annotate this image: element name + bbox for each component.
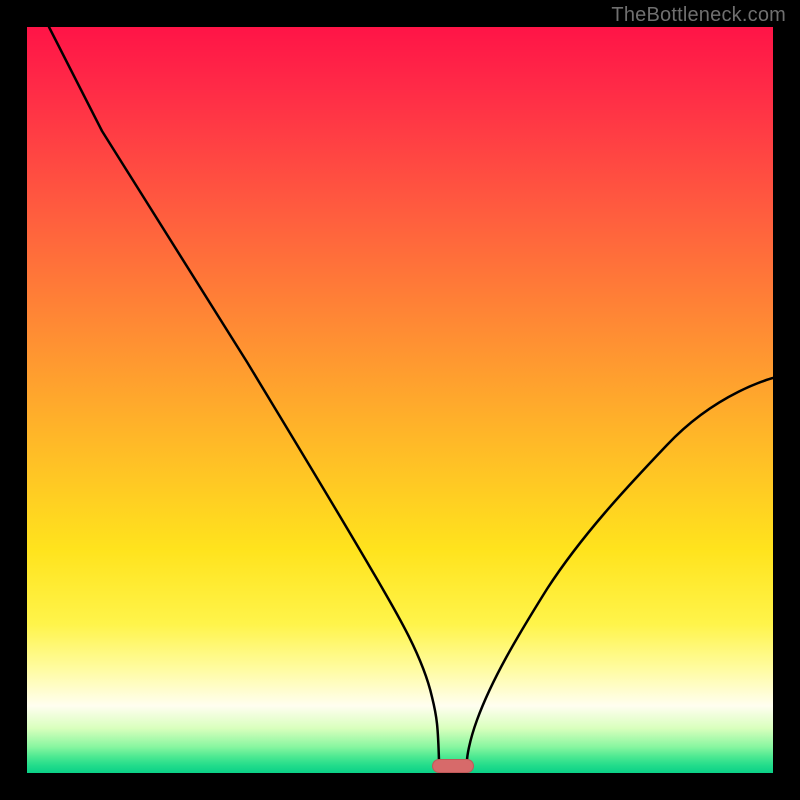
plot-area	[27, 27, 773, 773]
watermark-text: TheBottleneck.com	[611, 4, 786, 27]
curve-layer	[27, 27, 773, 773]
app-frame: TheBottleneck.com	[0, 0, 800, 800]
optimal-marker	[432, 759, 474, 773]
bottleneck-curve	[49, 27, 773, 761]
